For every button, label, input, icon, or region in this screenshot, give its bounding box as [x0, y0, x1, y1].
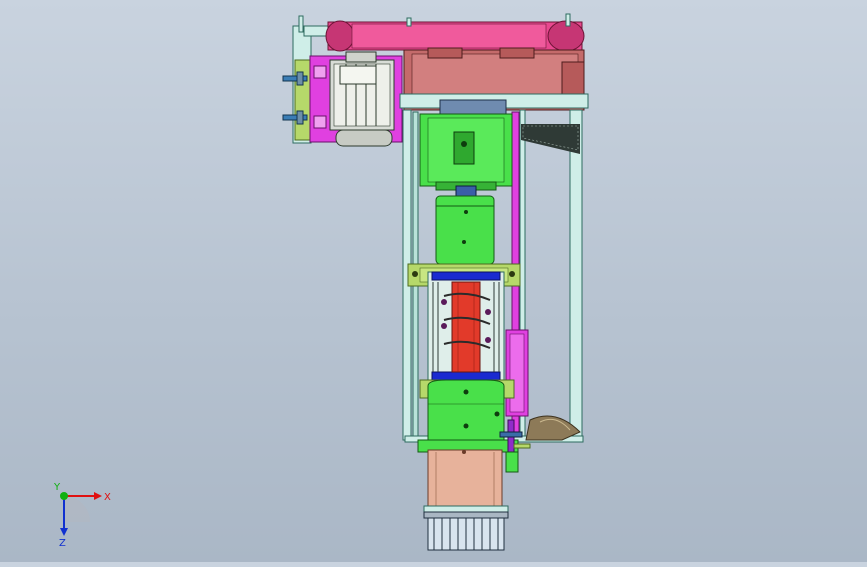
- rotor-cage: [427, 271, 505, 383]
- y-axis-dot: [60, 492, 68, 500]
- bottom-grille: [423, 511, 509, 551]
- z-axis-label: Z: [59, 538, 66, 548]
- middle-cylinder: [435, 195, 495, 265]
- upper-drive-housing: [419, 113, 513, 197]
- x-axis-label: X: [104, 492, 111, 503]
- assembly-drawing: [282, 13, 589, 551]
- bowl: [423, 449, 509, 517]
- side-panel: [505, 329, 529, 417]
- lower-housing: [417, 379, 519, 453]
- belt-guard: [303, 13, 585, 52]
- x-axis-head: [94, 492, 102, 500]
- side-screen: [521, 124, 580, 154]
- z-axis-head: [60, 528, 68, 536]
- drive-motor: [329, 51, 395, 147]
- axis-triad-icon: X Y Z: [40, 478, 120, 549]
- gearbox: [399, 47, 589, 115]
- cad-viewport[interactable]: X Y Z: [0, 0, 867, 562]
- triad-shading: [64, 496, 90, 522]
- y-axis-label: Y: [53, 482, 61, 493]
